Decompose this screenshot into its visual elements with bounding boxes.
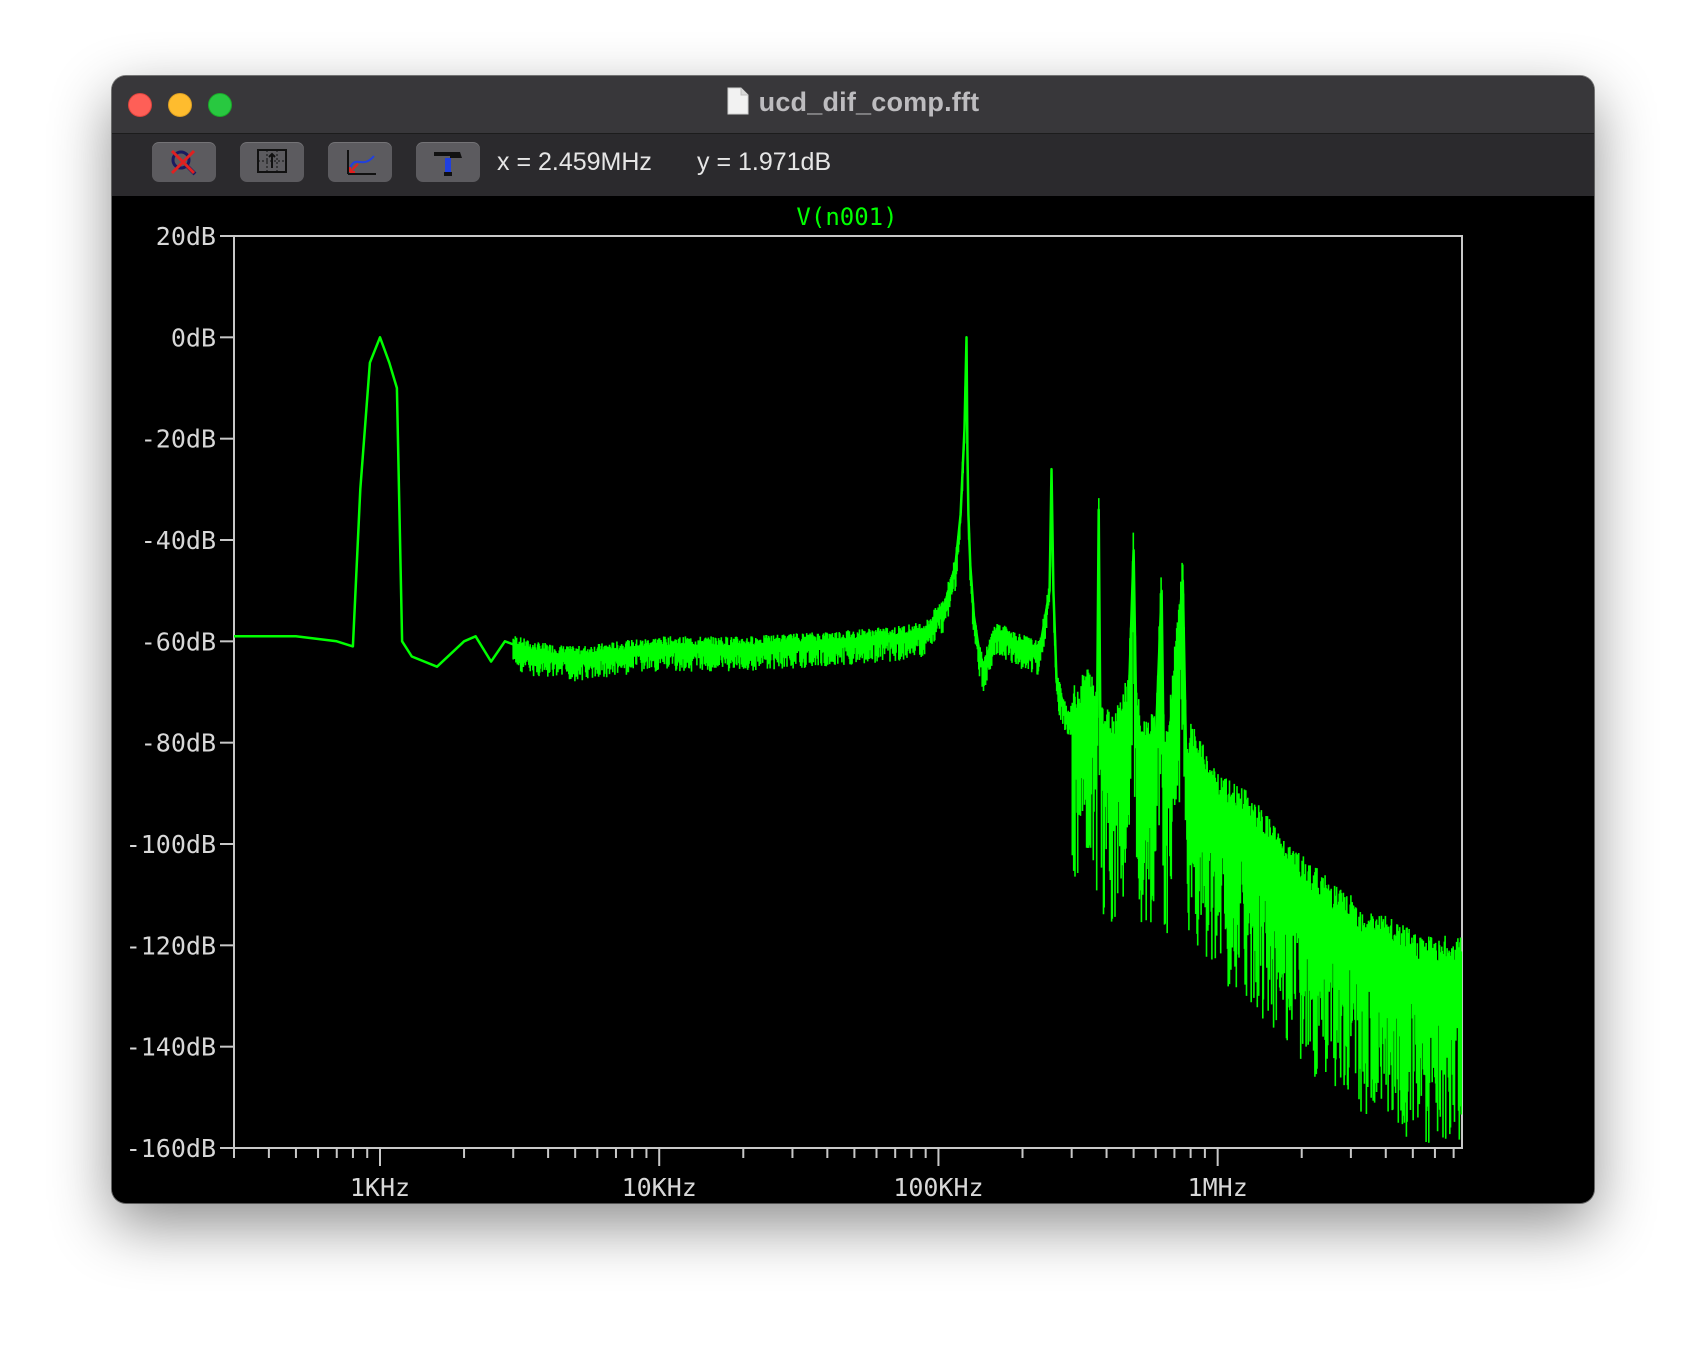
x-cursor-readout: x = 2.459MHz xyxy=(497,148,652,176)
x-tick-label: 100KHz xyxy=(893,1173,983,1202)
document-icon xyxy=(727,87,749,122)
plot-trace-icon xyxy=(347,150,376,175)
y-tick-label: 20dB xyxy=(156,222,216,251)
y-tick-label: -40dB xyxy=(141,526,216,555)
app-window: ucd_dif_comp.fft x = 2.459MHz y = 1.971d… xyxy=(112,76,1594,1203)
chart-title: V(n001) xyxy=(796,203,897,231)
x-tick-label: 1MHz xyxy=(1188,1173,1248,1202)
y-cursor-readout: y = 1.971dB xyxy=(697,148,832,176)
y-tick-label: 0dB xyxy=(171,323,216,352)
title-bar: ucd_dif_comp.fft xyxy=(112,76,1594,134)
magnifier-cross-icon xyxy=(170,149,197,176)
plot-frame xyxy=(233,235,1463,1149)
y-tick-label: -100dB xyxy=(126,830,216,859)
settings-button[interactable] xyxy=(416,142,480,182)
y-tick-label: -160dB xyxy=(126,1134,216,1163)
window-title: ucd_dif_comp.fft xyxy=(758,87,980,117)
y-tick-label: -80dB xyxy=(141,729,216,758)
fft-chart: V(n001) 20dB 0dB -20dB -40dB -60dB -80dB -100d… xyxy=(126,203,1463,1202)
x-tick-label: 10KHz xyxy=(622,1173,697,1202)
y-tick-label: -60dB xyxy=(141,627,216,656)
autorange-button[interactable] xyxy=(152,142,216,182)
hammer-icon xyxy=(434,152,462,176)
y-tick-label: -120dB xyxy=(126,931,216,960)
toolbar: x = 2.459MHz y = 1.971dB xyxy=(112,134,1594,196)
y-tick-label: -20dB xyxy=(141,425,216,454)
trace-layer xyxy=(234,336,1463,1143)
y-tick-label: -140dB xyxy=(126,1033,216,1062)
grid-button[interactable] xyxy=(240,142,304,182)
window-title-area: ucd_dif_comp.fft xyxy=(112,87,1594,122)
axes-layer: 20dB 0dB -20dB -40dB -60dB -80dB -100dB -120dB -… xyxy=(126,222,1463,1202)
grid-axes-icon xyxy=(257,149,287,173)
plot-area[interactable]: V(n001) 20dB 0dB -20dB -40dB -60dB -80dB -100d… xyxy=(112,196,1594,1203)
pan-button[interactable] xyxy=(328,142,392,182)
series-noise-texture xyxy=(512,346,1463,1143)
x-tick-label: 1KHz xyxy=(350,1173,410,1202)
